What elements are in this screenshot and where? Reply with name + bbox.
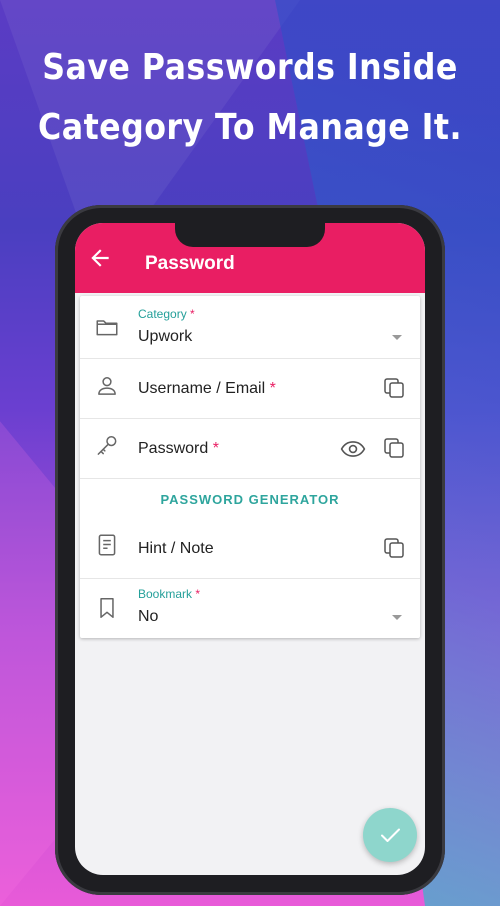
required-mark: * bbox=[190, 307, 195, 321]
dropdown-arrow-icon bbox=[392, 615, 402, 620]
copy-icon bbox=[384, 538, 404, 558]
hint-field[interactable]: Hint / Note bbox=[80, 518, 420, 579]
arrow-left-icon bbox=[91, 249, 109, 267]
copy-password-button[interactable] bbox=[382, 436, 406, 460]
headline-line-1: Save Passwords Inside bbox=[42, 47, 458, 88]
password-label-text: Password bbox=[138, 440, 209, 457]
bookmark-dropdown[interactable]: Bookmark * No bbox=[80, 578, 420, 638]
bookmark-icon bbox=[100, 598, 114, 618]
required-mark: * bbox=[269, 380, 276, 397]
required-mark: * bbox=[212, 440, 219, 457]
page-title: Password bbox=[145, 253, 235, 274]
promo-headline: Save Passwords Inside Category To Manage… bbox=[30, 38, 470, 158]
category-value: Upwork bbox=[138, 328, 193, 345]
category-label: Category * bbox=[138, 307, 195, 321]
password-field[interactable]: Password * bbox=[80, 418, 420, 479]
copy-hint-button[interactable] bbox=[382, 536, 406, 560]
required-mark: * bbox=[195, 587, 201, 601]
toggle-visibility-button[interactable] bbox=[340, 436, 366, 462]
phone-notch bbox=[175, 223, 325, 247]
username-label-text: Username / Email bbox=[138, 380, 266, 397]
back-button[interactable] bbox=[87, 245, 113, 271]
copy-username-button[interactable] bbox=[382, 376, 406, 400]
username-field[interactable]: Username / Email * bbox=[80, 358, 420, 419]
hint-label: Hint / Note bbox=[138, 540, 214, 557]
save-button[interactable] bbox=[363, 808, 417, 862]
bookmark-label: Bookmark * bbox=[138, 587, 200, 601]
dropdown-arrow-icon bbox=[392, 335, 402, 340]
copy-icon bbox=[384, 378, 404, 398]
category-label-text: Category bbox=[138, 307, 187, 321]
password-generator-button[interactable]: PASSWORD GENERATOR bbox=[80, 492, 420, 507]
password-label: Password * bbox=[138, 440, 219, 458]
eye-icon bbox=[340, 441, 366, 457]
phone-frame: Password Category * Upwork Username / Em… bbox=[55, 205, 445, 895]
folder-icon bbox=[96, 320, 118, 336]
bookmark-value: No bbox=[138, 608, 159, 625]
headline-line-2: Category To Manage It. bbox=[38, 107, 462, 148]
key-icon bbox=[97, 436, 117, 455]
copy-icon bbox=[384, 438, 404, 458]
username-label: Username / Email * bbox=[138, 380, 276, 398]
note-icon bbox=[98, 534, 116, 556]
person-icon bbox=[98, 377, 116, 395]
bookmark-label-text: Bookmark bbox=[138, 587, 193, 601]
phone-screen: Password Category * Upwork Username / Em… bbox=[75, 223, 425, 875]
check-icon bbox=[381, 828, 400, 842]
category-dropdown[interactable]: Category * Upwork bbox=[80, 296, 420, 359]
password-form-card: Category * Upwork Username / Email * Pas… bbox=[80, 296, 420, 638]
